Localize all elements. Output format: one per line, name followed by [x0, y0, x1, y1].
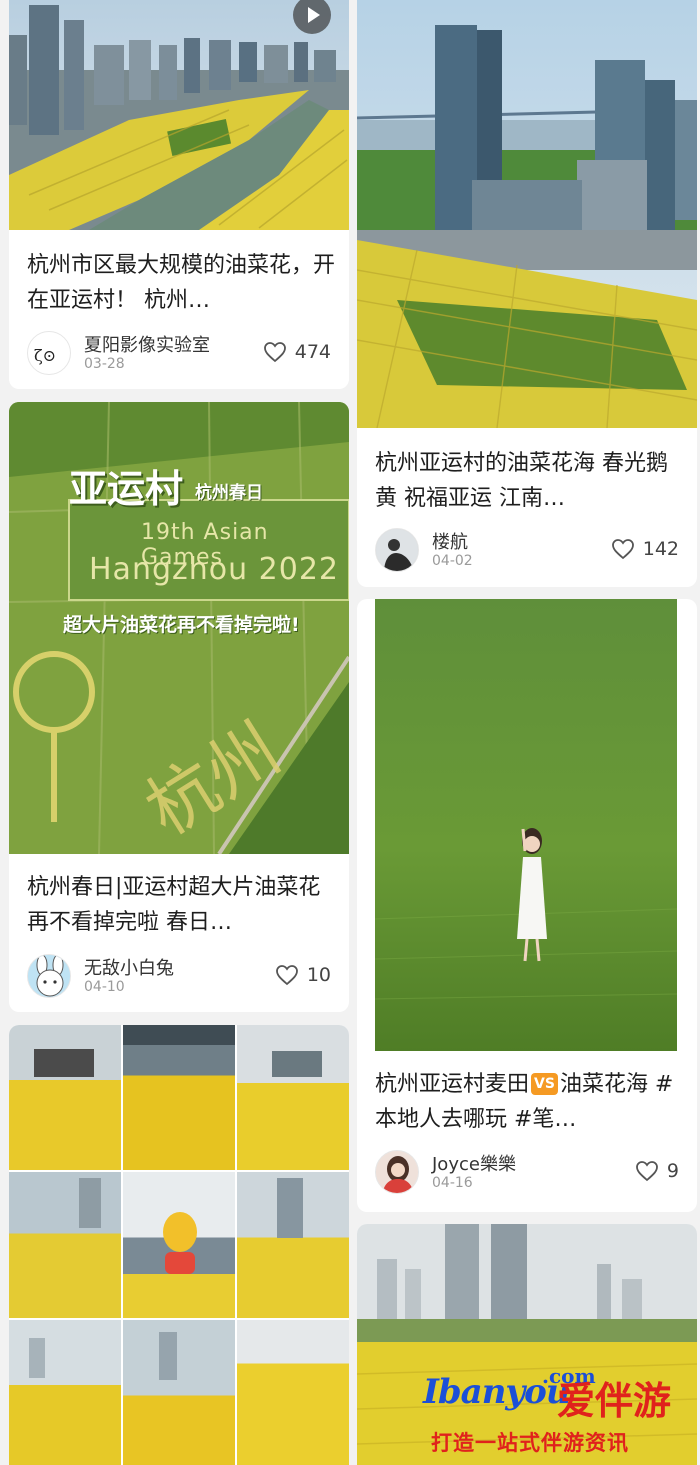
like-button[interactable]: 474: [263, 341, 331, 363]
like-count: 10: [306, 964, 331, 986]
card-3-title[interactable]: 杭州春日|亚运村超大片油菜花再不看掉完啦 春日…: [27, 870, 335, 940]
avatar[interactable]: ζ⊙: [27, 331, 71, 375]
collage-photo: [237, 1025, 349, 1171]
author-name[interactable]: 夏阳影像实验室: [84, 331, 210, 357]
wheat-field-woman-photo: [375, 599, 677, 1051]
collage-photo: [237, 1319, 349, 1465]
aerial-city-canola-photo: [9, 0, 349, 230]
like-button[interactable]: 9: [635, 1160, 679, 1182]
card-2-image[interactable]: [357, 0, 697, 428]
person-avatar-icon: [376, 529, 418, 571]
overlay-headline: 亚运村: [69, 467, 184, 511]
post-date: 04-02: [432, 553, 473, 569]
collage-photo: [9, 1025, 121, 1171]
heart-outline-icon: [636, 1161, 658, 1182]
collage-photo: [123, 1025, 235, 1171]
aerial-towers-canola-photo: [357, 0, 697, 428]
feed-card-3[interactable]: 杭州 亚运村 杭州春日 19th Asian Games Hangzhou 20…: [9, 402, 349, 1012]
photo-collage[interactable]: [9, 1025, 349, 1465]
person-avatar-icon: [376, 1151, 418, 1193]
feed-card-4[interactable]: 杭州亚运村麦田 VS 油菜花海 #本地人去哪玩 #笔… Joyce樂樂 04-16 …: [357, 599, 697, 1212]
logo-avatar-icon: ζ⊙: [34, 346, 56, 365]
overlay-banner: 超大片油菜花再不看掉完啦!: [63, 614, 300, 636]
feed-card-1[interactable]: 杭州市区最大规模的油菜花，开在亚运村！ 杭州… ζ⊙ 夏阳影像实验室 03-28…: [9, 0, 349, 389]
watermark-slogan: 打造一站式伴游资讯: [431, 1431, 629, 1455]
card-4-title[interactable]: 杭州亚运村麦田 VS 油菜花海 #本地人去哪玩 #笔…: [375, 1067, 683, 1137]
avatar[interactable]: [375, 528, 419, 572]
card-3-image[interactable]: 杭州 亚运村 杭州春日 19th Asian Games Hangzhou 20…: [9, 402, 349, 854]
heart-outline-icon: [275, 965, 298, 986]
overlay-headline-sub: 杭州春日: [195, 483, 263, 503]
avatar[interactable]: [27, 954, 71, 998]
feed-card-2[interactable]: 杭州亚运村的油菜花海 春光鹅黄 祝福亚运 江南… 楼航 04-02 142: [357, 0, 697, 587]
author-name[interactable]: 楼航: [432, 528, 468, 554]
card-1-image[interactable]: [9, 0, 349, 230]
author-name[interactable]: 无敌小白兔: [84, 954, 174, 980]
like-button[interactable]: 10: [275, 964, 331, 986]
vs-badge: VS: [531, 1073, 558, 1095]
like-button[interactable]: 142: [611, 538, 679, 560]
avatar[interactable]: [375, 1150, 419, 1194]
watermark-cn-name: 爱伴游: [557, 1379, 672, 1423]
like-count: 9: [666, 1160, 679, 1182]
collage-photo: [123, 1172, 235, 1318]
rabbit-avatar-icon: [28, 955, 70, 997]
feed-card-6[interactable]: Ibanyou .com 爱伴游 打造一站式伴游资讯: [357, 1224, 697, 1465]
author-name[interactable]: Joyce樂樂: [432, 1150, 516, 1176]
card-6-image[interactable]: Ibanyou .com 爱伴游 打造一站式伴游资讯: [357, 1224, 697, 1465]
like-count: 474: [294, 341, 331, 363]
feed-card-5[interactable]: [9, 1025, 349, 1465]
collage-photo: [123, 1319, 235, 1465]
collage-photo: [9, 1319, 121, 1465]
post-date: 04-10: [84, 979, 125, 995]
card-2-title[interactable]: 杭州亚运村的油菜花海 春光鹅黄 祝福亚运 江南…: [375, 446, 683, 516]
overlay-games-line2: Hangzhou 2022: [89, 552, 340, 587]
svg-text:ζ⊙: ζ⊙: [34, 346, 56, 365]
collage-photo: [237, 1172, 349, 1318]
collage-photo: [9, 1172, 121, 1318]
card-1-title[interactable]: 杭州市区最大规模的油菜花，开在亚运村！ 杭州…: [27, 248, 335, 318]
post-date: 03-28: [84, 356, 125, 372]
heart-outline-icon: [611, 539, 634, 560]
like-count: 142: [642, 538, 679, 560]
post-date: 04-16: [432, 1175, 473, 1191]
heart-outline-icon: [263, 342, 286, 363]
card-4-image[interactable]: [375, 599, 677, 1051]
